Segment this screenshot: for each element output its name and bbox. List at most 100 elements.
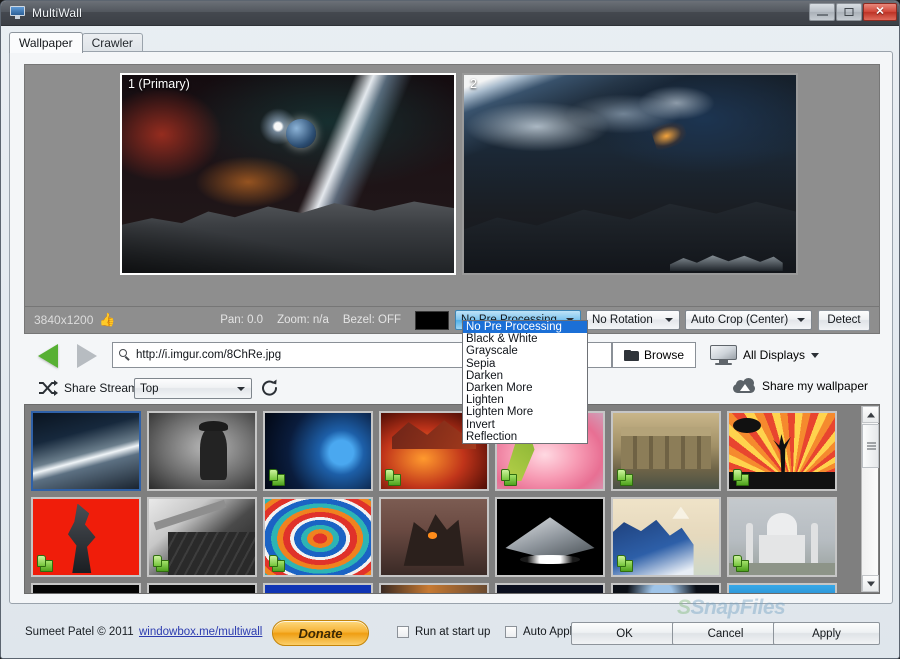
wallpaper-preview-right-image bbox=[464, 75, 796, 273]
share-my-wallpaper-button[interactable]: Share my wallpaper bbox=[732, 378, 868, 393]
liked-badge-icon bbox=[269, 467, 289, 486]
next-arrow-icon[interactable] bbox=[77, 344, 97, 368]
rotation-select[interactable]: No Rotation bbox=[586, 310, 680, 330]
thumbnail-colorful-swirl[interactable] bbox=[263, 497, 373, 577]
detect-button[interactable]: Detect bbox=[818, 309, 870, 331]
preview-status-bar: 3840x1200 👍 Pan: 0.0 Zoom: n/a Bezel: OFF … bbox=[24, 307, 880, 334]
search-icon bbox=[119, 348, 132, 362]
thumbnail-african-sunset-safari[interactable] bbox=[727, 411, 837, 491]
tab-crawler[interactable]: Crawler bbox=[81, 33, 143, 53]
thumbnail-red-dark-knight[interactable] bbox=[31, 497, 141, 577]
thumbs-up-icon: 👍 bbox=[99, 312, 116, 327]
ok-button[interactable]: OK bbox=[571, 622, 678, 645]
thumbnail-great-wave-kanagawa[interactable] bbox=[611, 497, 721, 577]
thumbnail-vintage-typewriter[interactable] bbox=[147, 497, 257, 577]
liked-badge-icon bbox=[501, 467, 521, 486]
monitor-preview-2[interactable]: 2 bbox=[462, 73, 798, 275]
monitor-2-label: 2 bbox=[470, 77, 477, 91]
cancel-button[interactable]: Cancel bbox=[672, 622, 779, 645]
homepage-link[interactable]: windowbox.me/multiwall bbox=[139, 626, 262, 638]
preprocess-option-1[interactable]: Black & White bbox=[463, 333, 587, 345]
display-selector[interactable]: All Displays bbox=[710, 342, 820, 368]
thumbnail-image bbox=[497, 499, 603, 575]
thumbnail-grid bbox=[31, 411, 857, 593]
preprocess-option-4[interactable]: Darken bbox=[463, 370, 587, 382]
share-stream-select[interactable]: Top bbox=[134, 378, 252, 399]
chevron-down-icon bbox=[665, 318, 673, 322]
checkbox-box bbox=[397, 626, 409, 638]
thumbnail-blue-planet[interactable] bbox=[263, 411, 373, 491]
donate-button[interactable]: Donate bbox=[272, 620, 369, 646]
browse-button[interactable]: Browse bbox=[612, 342, 696, 368]
preprocess-dropdown-list[interactable]: No Pre Processing Black & White Grayscal… bbox=[462, 320, 588, 444]
restore-button[interactable] bbox=[836, 3, 862, 21]
monitor-preview-area: 1 (Primary) 2 bbox=[24, 64, 880, 307]
folder-icon bbox=[623, 349, 639, 361]
chevron-down-icon bbox=[811, 352, 820, 358]
thumbnail-scrollbar[interactable] bbox=[861, 406, 879, 592]
shuffle-icon[interactable] bbox=[38, 380, 58, 396]
thumbnail-row3-2[interactable] bbox=[147, 583, 257, 593]
share-stream-label: Share Stream bbox=[64, 381, 139, 395]
liked-badge-icon bbox=[733, 553, 753, 572]
liked-badge-icon bbox=[733, 467, 753, 486]
share-stream-selected-label: Top bbox=[140, 382, 159, 395]
close-button[interactable]: ✕ bbox=[863, 3, 897, 21]
thumbnail-image bbox=[33, 413, 139, 489]
thumbnail-star-destroyer[interactable] bbox=[495, 497, 605, 577]
refresh-icon[interactable] bbox=[260, 378, 280, 399]
thumbnail-row3-7[interactable] bbox=[727, 583, 837, 593]
thumbnail-row3-6[interactable] bbox=[611, 583, 721, 593]
thumbnail-rusty-machine[interactable] bbox=[379, 497, 489, 577]
cloud-upload-icon bbox=[732, 378, 755, 393]
thumbnail-ancient-ruins[interactable] bbox=[611, 411, 721, 491]
preprocess-option-8[interactable]: Invert bbox=[463, 419, 587, 431]
auto-apply-checkbox[interactable]: Auto Apply bbox=[505, 626, 578, 638]
title-bar: MultiWall ✕ bbox=[1, 1, 899, 26]
preprocess-option-2[interactable]: Grayscale bbox=[463, 345, 587, 357]
thumbnail-image bbox=[149, 413, 255, 489]
tab-strip: Wallpaper Crawler bbox=[9, 32, 893, 53]
previous-arrow-icon[interactable] bbox=[38, 344, 58, 368]
checkbox-box bbox=[505, 626, 517, 638]
thumbnail-taj-mahal[interactable] bbox=[727, 497, 837, 577]
chevron-down-icon bbox=[237, 386, 245, 391]
thumbnail-row3-1[interactable] bbox=[31, 583, 141, 593]
run-at-startup-checkbox[interactable]: Run at start up bbox=[397, 626, 490, 638]
preprocess-option-6[interactable]: Lighten bbox=[463, 394, 587, 406]
preprocess-option-0[interactable]: No Pre Processing bbox=[463, 321, 587, 334]
background-color-swatch[interactable] bbox=[415, 310, 449, 330]
liked-badge-icon bbox=[269, 553, 289, 572]
app-monitor-icon bbox=[10, 6, 26, 20]
preprocess-option-5[interactable]: Darken More bbox=[463, 382, 587, 394]
share-row: Share Stream Top Share my wallpaper bbox=[24, 374, 880, 404]
url-value: http://i.imgur.com/8ChRe.jpg bbox=[136, 349, 282, 361]
resolution-label: 3840x1200 bbox=[34, 313, 94, 327]
thumbnail-rorschach-noir[interactable] bbox=[147, 411, 257, 491]
monitor-preview-1[interactable]: 1 (Primary) bbox=[120, 73, 456, 275]
thumbnail-earth-from-orbit[interactable] bbox=[31, 411, 141, 491]
monitor-icon bbox=[710, 345, 737, 365]
wallpaper-preview-left-image bbox=[122, 75, 454, 273]
scroll-up-icon[interactable] bbox=[862, 406, 879, 423]
liked-badge-icon bbox=[617, 467, 637, 486]
preview-metrics: Pan: 0.0 Zoom: n/a Bezel: OFF bbox=[220, 314, 415, 326]
thumbnail-row3-3[interactable] bbox=[263, 583, 373, 593]
apply-button[interactable]: Apply bbox=[773, 622, 880, 645]
chevron-down-icon bbox=[797, 318, 805, 322]
thumbnail-row3-4[interactable] bbox=[379, 583, 489, 593]
tab-wallpaper[interactable]: Wallpaper bbox=[9, 32, 83, 53]
preprocess-option-3[interactable]: Sepia bbox=[463, 358, 587, 370]
monitor-1-label: 1 (Primary) bbox=[128, 77, 190, 91]
pan-value: Pan: 0.0 bbox=[220, 314, 264, 326]
url-row: http://i.imgur.com/8ChRe.jpg Browse All … bbox=[24, 340, 880, 374]
thumbnail-image bbox=[381, 499, 487, 575]
thumbnail-row3-5[interactable] bbox=[495, 583, 605, 593]
preprocess-option-9[interactable]: Reflection bbox=[463, 431, 587, 443]
scroll-down-icon[interactable] bbox=[862, 575, 879, 592]
liked-badge-icon bbox=[37, 553, 57, 572]
crop-select[interactable]: Auto Crop (Center) bbox=[685, 310, 812, 330]
minimize-button[interactable] bbox=[809, 3, 835, 21]
scrollbar-thumb[interactable] bbox=[862, 424, 879, 468]
preprocess-option-7[interactable]: Lighten More bbox=[463, 406, 587, 418]
